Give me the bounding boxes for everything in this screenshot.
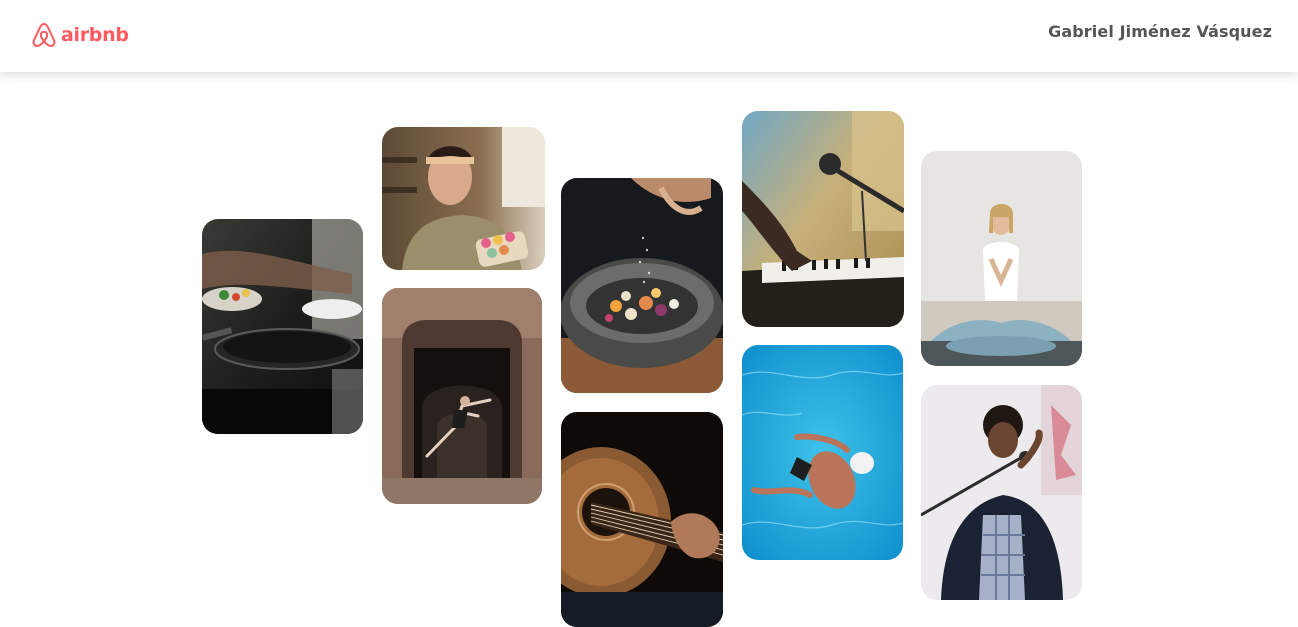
photo-dancer-in-doorway[interactable] [382,288,542,504]
logo-text: airbnb [61,24,129,46]
photo-yoga-meditation[interactable] [921,151,1082,366]
photo-piano-and-microphone[interactable] [742,111,904,327]
top-navbar: airbnb Gabriel Jiménez Vásquez [0,0,1298,72]
photo-stone-bowl-dish[interactable] [561,178,723,393]
photo-acoustic-guitar[interactable] [561,412,723,627]
photo-woman-with-macarons[interactable] [382,127,545,270]
photo-cooking-pan[interactable] [202,219,363,434]
photo-swimmer-in-pool[interactable] [742,345,903,560]
photo-singer-at-microphone[interactable] [921,385,1082,600]
photo-gallery [0,0,1298,627]
user-name[interactable]: Gabriel Jiménez Vásquez [1048,22,1272,41]
airbnb-belo-icon [31,21,57,49]
airbnb-logo[interactable]: airbnb [31,21,129,49]
